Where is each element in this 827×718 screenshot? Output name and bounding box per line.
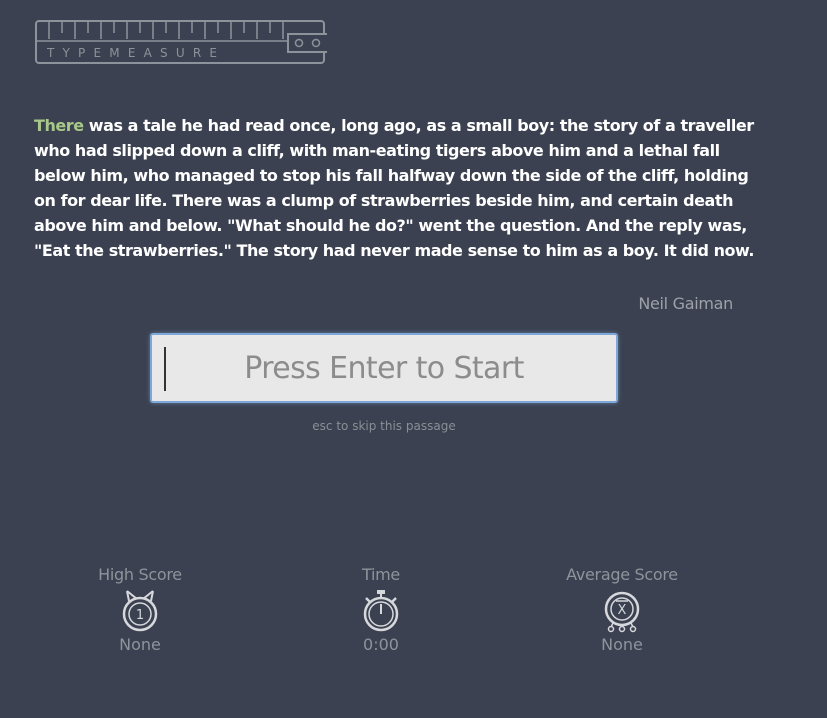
high-score-label: High Score <box>98 565 182 584</box>
x-bar-icon: X <box>604 591 640 633</box>
time-stat: Time 0:00 <box>281 564 481 656</box>
text-caret <box>164 347 166 391</box>
ruler-tape-icon: TYPEMEASURE <box>35 20 327 64</box>
time-label: Time <box>362 565 400 584</box>
stopwatch-icon <box>363 590 399 632</box>
skip-passage-hint: esc to skip this passage <box>312 419 456 433</box>
typing-input[interactable] <box>152 335 616 401</box>
passage-text: There was a tale he had read once, long … <box>34 113 754 263</box>
high-score-value: None <box>119 635 161 654</box>
time-value: 0:00 <box>363 635 399 654</box>
typing-input-container[interactable] <box>150 333 618 403</box>
logo-text: TYPEMEASURE <box>46 46 225 60</box>
current-word: There <box>34 116 84 135</box>
average-score-value: None <box>601 635 643 654</box>
medal-number: 1 <box>136 608 144 623</box>
high-score-stat: High Score 1 None <box>40 564 240 656</box>
x-bar-letter: X <box>618 603 627 618</box>
typemeasure-logo: TYPEMEASURE <box>35 19 327 64</box>
passage-author: Neil Gaiman <box>638 294 733 313</box>
medal-1-icon: 1 <box>122 590 158 632</box>
average-score-label: Average Score <box>566 565 678 584</box>
average-score-stat: Average Score X None <box>522 564 722 656</box>
passage-remainder: was a tale he had read once, long ago, a… <box>34 116 754 260</box>
